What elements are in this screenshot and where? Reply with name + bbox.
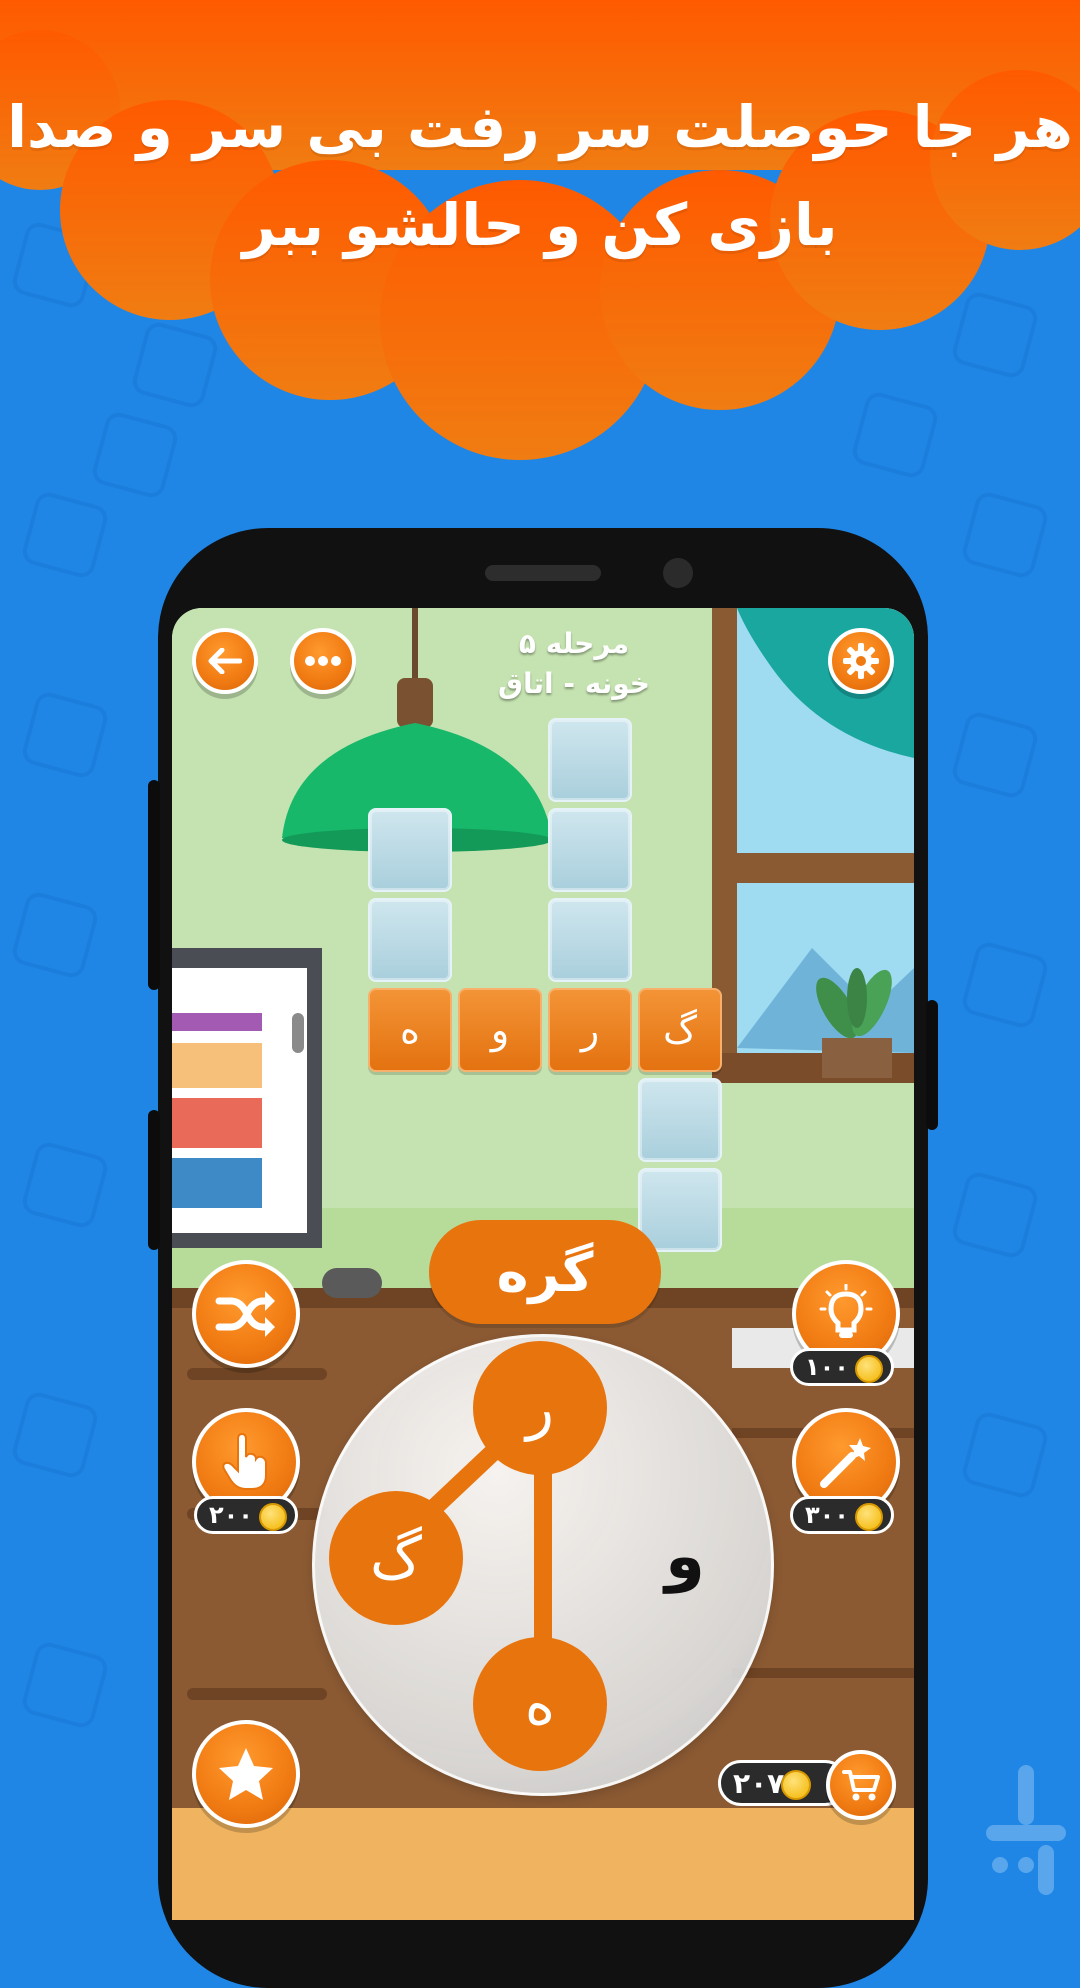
pointing-hand-icon (222, 1432, 267, 1490)
wheel-letter-bottom[interactable]: ه (473, 1637, 607, 1771)
crossword-cell-filled: گ (638, 988, 722, 1072)
banner-headline: هر جا حوصلت سر رفت بی سر و صدا بازی کن و… (0, 78, 1080, 274)
crossword-cell-empty (548, 808, 632, 892)
magic-wand-icon (820, 1438, 871, 1488)
crossword-cell-empty (548, 718, 632, 802)
wheel-letter-right[interactable]: و (645, 1517, 725, 1597)
phone-speaker (485, 565, 601, 581)
gear-icon (843, 643, 879, 679)
phone-side-button-right (926, 1000, 938, 1130)
banner-line-1: هر جا حوصلت سر رفت بی سر و صدا (7, 93, 1073, 161)
store-watermark-logo (986, 1765, 1066, 1895)
shuffle-icon (215, 1291, 275, 1337)
crossword-cell-filled: ر (548, 988, 632, 1072)
level-title-block: مرحله ۵ خونه - اتاق (464, 624, 684, 704)
letter-wheel[interactable]: ر گ و ه (312, 1334, 774, 1796)
wand-cost: ۳۰۰ (805, 1501, 849, 1529)
level-title: مرحله ۵ (518, 627, 630, 660)
shop-button[interactable] (826, 1750, 896, 1820)
hint-cost-badge: ۱۰۰ (790, 1348, 894, 1386)
crossword-cell-empty (638, 1168, 722, 1252)
coin-icon (259, 1503, 287, 1531)
shuffle-button[interactable] (192, 1260, 300, 1368)
wand-cost-badge: ۳۰۰ (790, 1496, 894, 1534)
crossword-cell-filled: و (458, 988, 542, 1072)
lightbulb-icon (819, 1284, 873, 1338)
current-word: گره (429, 1220, 661, 1324)
crossword-cell-empty (368, 808, 452, 892)
settings-button[interactable] (828, 628, 894, 694)
game-screen: مرحله ۵ خونه - اتاق ه و ر گ گره ۲۰۰ ۱۰۰ … (172, 608, 914, 1920)
coin-icon (781, 1770, 811, 1800)
banner-line-2: بازی کن و حالشو ببر (242, 191, 838, 259)
back-button[interactable] (192, 628, 258, 694)
wheel-letter-left[interactable]: گ (329, 1491, 463, 1625)
crossword-cell-empty (548, 898, 632, 982)
hint-cost: ۱۰۰ (805, 1353, 849, 1381)
level-subtitle: خونه - اتاق (497, 667, 650, 700)
cart-icon (842, 1770, 880, 1801)
wheel-letter-top[interactable]: ر (473, 1341, 607, 1475)
star-icon (219, 1748, 273, 1800)
more-dots-icon (305, 656, 341, 666)
more-button[interactable] (290, 628, 356, 694)
finger-cost-badge: ۲۰۰ (194, 1496, 298, 1534)
coin-icon (855, 1355, 883, 1383)
favorite-button[interactable] (192, 1720, 300, 1828)
phone-side-button-left (148, 780, 160, 990)
finger-cost: ۲۰۰ (209, 1501, 253, 1529)
coin-icon (855, 1503, 883, 1531)
arrow-left-icon (208, 648, 242, 674)
crossword-cell-empty (638, 1078, 722, 1162)
crossword-cell-filled: ه (368, 988, 452, 1072)
crossword-cell-empty (368, 898, 452, 982)
phone-camera (663, 558, 693, 588)
phone-side-button-left-2 (148, 1110, 160, 1250)
